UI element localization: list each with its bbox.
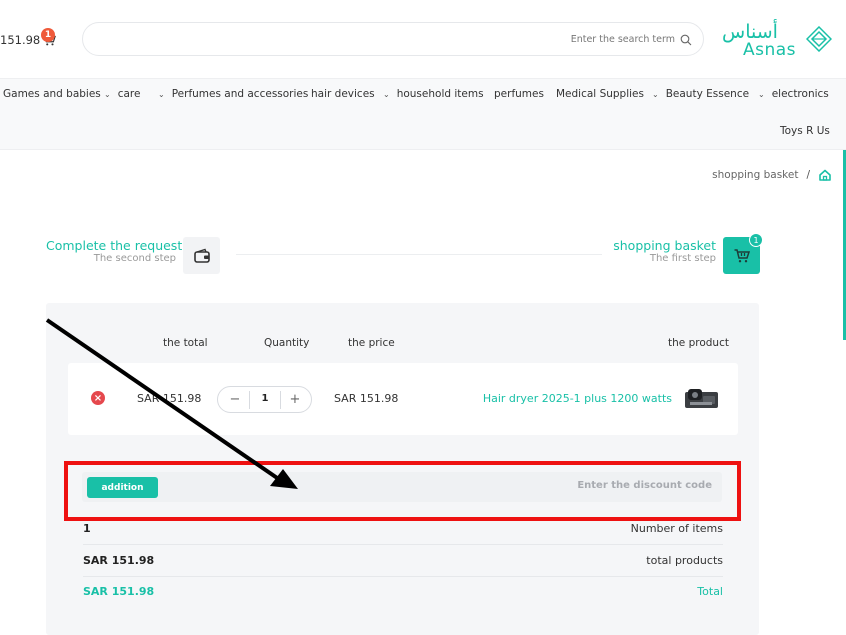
summary-products-total: SAR 151.98 total products: [83, 546, 723, 577]
breadcrumb: shopping basket /: [712, 168, 832, 182]
site-logo[interactable]: أسناس Asnas: [722, 21, 834, 63]
search-icon[interactable]: [680, 34, 692, 46]
chevron-down-icon: ⌄: [758, 90, 765, 99]
row-price: SAR 151.98: [334, 392, 399, 405]
grand-total-value: SAR 151.98: [83, 585, 155, 598]
site-header: 151.98 1 Enter the search term أسناس Asn…: [0, 0, 846, 78]
nav-item-label: hair devices: [311, 88, 375, 100]
cart-count-badge: 1: [41, 28, 55, 42]
product-image[interactable]: [683, 386, 720, 412]
nav-item-label: perfumes: [494, 88, 544, 100]
logo-english: Asnas: [743, 40, 797, 60]
nav-item-games-and-babies[interactable]: Games and babies: [3, 88, 101, 100]
step-shopping-basket: shopping basket The first step: [560, 238, 716, 264]
nav-item-hair-devices[interactable]: hair devices: [311, 88, 375, 100]
products-total-label: total products: [646, 554, 723, 567]
remove-item-button[interactable]: ×: [91, 391, 105, 405]
chevron-down-icon: ⌄: [383, 90, 390, 99]
nav-item-medical-supplies[interactable]: Medical Supplies: [556, 88, 644, 100]
nav-item-care[interactable]: ⌄ care: [104, 88, 140, 100]
nav-item-label: electronics: [771, 88, 829, 100]
category-nav: Games and babies ⌄ care ⌄ Perfumes and acc…: [0, 78, 846, 150]
home-icon[interactable]: [818, 168, 832, 182]
minus-icon[interactable]: −: [224, 392, 246, 408]
row-total: SAR 151.98: [137, 392, 202, 405]
nav-item-label: Beauty Essence: [665, 88, 750, 100]
nav-item-household-items[interactable]: ⌄ household items: [383, 88, 484, 100]
quantity-value[interactable]: 1: [256, 393, 274, 404]
stepper-divider: [249, 391, 250, 409]
grand-total-label: Total: [697, 585, 723, 598]
items-count-label: Number of items: [630, 522, 723, 535]
breadcrumb-current: shopping basket: [712, 169, 799, 181]
product-name-link[interactable]: Hair dryer 2025-1 plus 1200 watts: [483, 392, 672, 405]
chevron-down-icon: ⌄: [652, 90, 659, 99]
cart-amount: 151.98: [0, 33, 41, 47]
chevron-down-icon: ⌄: [104, 90, 111, 99]
nav-item-label: Games and babies: [3, 88, 101, 100]
chevron-down-icon: ⌄: [158, 90, 165, 99]
cart-icon: [734, 248, 750, 262]
header-quantity: Quantity: [264, 337, 310, 349]
wallet-step-icon: [183, 237, 220, 274]
nav-item-label: Toys R Us: [780, 125, 830, 137]
summary-items-count: 1 Number of items: [83, 514, 723, 545]
summary-grand-total: SAR 151.98 Total: [83, 577, 723, 608]
quantity-stepper[interactable]: − 1 +: [217, 386, 312, 413]
nav-item-beauty-essence[interactable]: ⌄ Beauty Essence: [652, 88, 749, 100]
products-total-value: SAR 151.98: [83, 554, 155, 567]
nav-item-electronics[interactable]: ⌄ electronics: [758, 88, 829, 100]
wallet-icon: [193, 248, 210, 263]
search-input[interactable]: Enter the search term: [82, 22, 704, 56]
header-total: the total: [163, 337, 208, 349]
nav-item-label: care: [117, 88, 141, 100]
nav-item-perfumes-and-accessories[interactable]: ⌄ Perfumes and accessories: [158, 88, 308, 100]
step1-subtitle: The first step: [649, 253, 716, 264]
step2-subtitle: The second step: [93, 253, 176, 264]
nav-item-label: household items: [396, 88, 484, 100]
header-product: the product: [668, 337, 729, 349]
search-placeholder: Enter the search term: [570, 34, 675, 45]
breadcrumb-separator: /: [806, 169, 810, 181]
plus-icon[interactable]: +: [284, 392, 306, 408]
steps-divider: [236, 254, 602, 255]
close-icon: ×: [93, 392, 103, 404]
logo-mark-icon: [806, 26, 832, 52]
step1-title: shopping basket: [613, 238, 716, 253]
nav-item-label: Perfumes and accessories: [171, 88, 309, 100]
step1-badge: 1: [749, 233, 763, 247]
items-count-value: 1: [83, 522, 91, 535]
highlight-box: [64, 461, 741, 521]
nav-item-toys-r-us[interactable]: Toys R Us: [780, 125, 830, 137]
nav-item-label: Medical Supplies: [556, 88, 644, 100]
stepper-divider: [280, 391, 281, 409]
nav-item-perfumes[interactable]: perfumes: [494, 88, 544, 100]
header-price: the price: [348, 337, 395, 349]
